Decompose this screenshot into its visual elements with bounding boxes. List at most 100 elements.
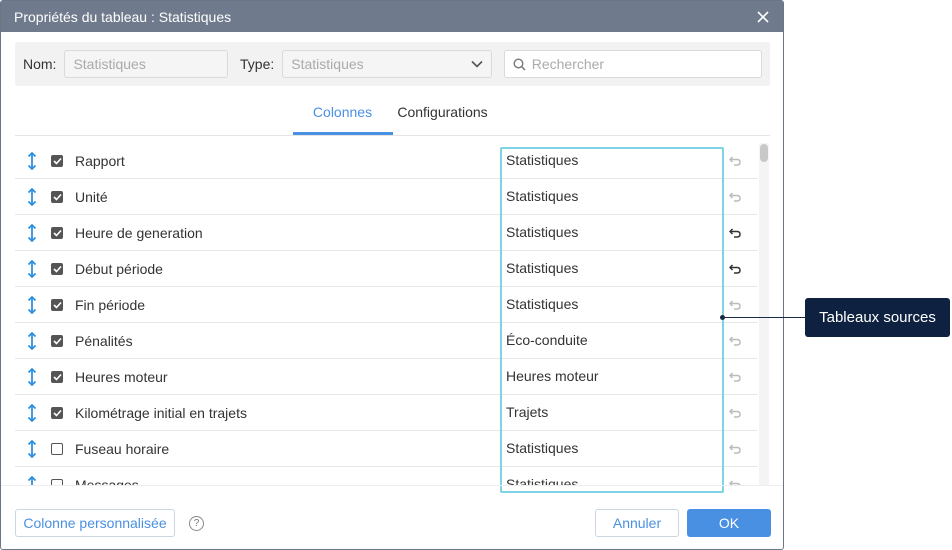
drag-handle[interactable]	[25, 223, 39, 242]
columns-list: Rapport Statistiques Unité Statistiques	[15, 143, 757, 485]
source-table[interactable]: Éco-conduite	[506, 332, 718, 348]
table-row: Messages Statistiques	[15, 467, 757, 485]
scrollbar-thumb[interactable]	[760, 144, 768, 162]
source-table[interactable]: Statistiques	[506, 188, 718, 204]
close-button[interactable]	[755, 9, 771, 25]
tab-configurations[interactable]: Configurations	[393, 97, 493, 135]
reset-button[interactable]	[728, 478, 742, 485]
chevron-down-icon	[471, 60, 483, 68]
table-row: Début période Statistiques	[15, 251, 757, 287]
source-table[interactable]: Trajets	[506, 404, 718, 420]
reset-button[interactable]	[728, 190, 742, 204]
source-table[interactable]: Statistiques	[506, 152, 718, 168]
reset-button[interactable]	[728, 406, 742, 420]
row-checkbox[interactable]	[51, 190, 63, 203]
reset-button[interactable]	[728, 262, 742, 276]
row-checkbox[interactable]	[51, 298, 63, 311]
list-scrollbar[interactable]	[759, 143, 769, 485]
drag-arrows-icon	[27, 259, 37, 278]
table-row: Heures moteur Heures moteur	[15, 359, 757, 395]
type-select-value: Statistiques	[291, 56, 364, 72]
undo-icon	[729, 227, 741, 238]
column-name: Fuseau horaire	[75, 440, 170, 457]
dialog-titlebar: Propriétés du tableau : Statistiques	[1, 1, 783, 32]
column-name: Kilométrage initial en trajets	[75, 404, 247, 421]
cancel-button[interactable]: Annuler	[595, 509, 679, 537]
table-row: Unité Statistiques	[15, 179, 757, 215]
table-properties-dialog: Propriétés du tableau : Statistiques Nom…	[0, 0, 784, 550]
source-table[interactable]: Statistiques	[506, 296, 718, 312]
row-checkbox[interactable]	[51, 226, 63, 239]
reset-button[interactable]	[728, 298, 742, 312]
row-checkbox[interactable]	[51, 406, 63, 419]
table-row: Heure de generation Statistiques	[15, 215, 757, 251]
dialog-title: Propriétés du tableau : Statistiques	[14, 8, 232, 25]
undo-icon	[729, 443, 741, 454]
drag-arrows-icon	[27, 403, 37, 422]
custom-column-button[interactable]: Colonne personnalisée	[15, 509, 175, 537]
help-icon[interactable]: ?	[189, 516, 204, 531]
drag-arrows-icon	[27, 439, 37, 458]
reset-button[interactable]	[728, 226, 742, 240]
drag-arrows-icon	[27, 187, 37, 206]
callout-dot	[720, 315, 725, 320]
check-icon	[52, 409, 62, 417]
drag-handle[interactable]	[25, 403, 39, 422]
source-table[interactable]: Statistiques	[506, 260, 718, 276]
footer-divider	[1, 485, 783, 486]
column-name: Unité	[75, 188, 108, 205]
source-table[interactable]: Statistiques	[506, 224, 718, 240]
column-name: Début période	[75, 260, 163, 277]
column-name: Rapport	[75, 152, 125, 169]
check-icon	[52, 373, 62, 381]
close-icon	[757, 10, 769, 23]
drag-handle[interactable]	[25, 259, 39, 278]
row-checkbox[interactable]	[51, 334, 63, 347]
row-checkbox[interactable]	[51, 370, 63, 383]
search-icon	[513, 57, 526, 71]
name-label: Nom:	[23, 56, 57, 72]
reset-button[interactable]	[728, 370, 742, 384]
source-table[interactable]: Statistiques	[506, 476, 718, 486]
name-input[interactable]: Statistiques	[64, 50, 229, 78]
drag-handle[interactable]	[25, 295, 39, 314]
reset-button[interactable]	[728, 334, 742, 348]
reset-button[interactable]	[728, 154, 742, 168]
drag-handle[interactable]	[25, 475, 39, 485]
check-icon	[52, 229, 62, 237]
undo-icon	[729, 191, 741, 202]
drag-arrows-icon	[27, 331, 37, 350]
column-name: Heure de generation	[75, 224, 203, 241]
type-select[interactable]: Statistiques	[282, 50, 492, 78]
filter-bar: Nom: Statistiques Type: Statistiques Rec…	[15, 42, 770, 86]
row-checkbox[interactable]	[51, 442, 63, 455]
drag-handle[interactable]	[25, 331, 39, 350]
source-table[interactable]: Statistiques	[506, 440, 718, 456]
ok-button[interactable]: OK	[687, 509, 771, 537]
drag-arrows-icon	[27, 475, 37, 485]
drag-handle[interactable]	[25, 367, 39, 386]
source-table[interactable]: Heures moteur	[506, 368, 718, 384]
check-icon	[52, 193, 62, 201]
column-name: Pénalités	[75, 332, 133, 349]
check-icon	[52, 301, 62, 309]
drag-arrows-icon	[27, 223, 37, 242]
drag-handle[interactable]	[25, 439, 39, 458]
table-row: Kilométrage initial en trajets Trajets	[15, 395, 757, 431]
name-input-value: Statistiques	[73, 56, 146, 72]
drag-handle[interactable]	[25, 151, 39, 170]
undo-icon	[729, 407, 741, 418]
drag-handle[interactable]	[25, 187, 39, 206]
row-checkbox[interactable]	[51, 154, 63, 167]
table-row: Fuseau horaire Statistiques	[15, 431, 757, 467]
search-placeholder: Rechercher	[531, 56, 605, 72]
row-checkbox[interactable]	[51, 262, 63, 275]
tab-bar: Colonnes Configurations	[15, 97, 770, 135]
drag-arrows-icon	[27, 295, 37, 314]
tab-colonnes[interactable]: Colonnes	[292, 97, 393, 135]
undo-icon	[729, 371, 741, 382]
search-input[interactable]: Rechercher	[503, 50, 763, 78]
reset-button[interactable]	[728, 442, 742, 456]
check-icon	[52, 337, 62, 345]
undo-icon	[729, 155, 741, 166]
